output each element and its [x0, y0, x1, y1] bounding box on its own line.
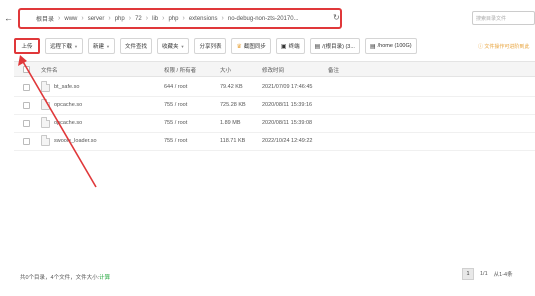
disk-icon: ▤ — [314, 43, 321, 50]
file-permission[interactable]: 755 / root — [164, 138, 187, 144]
file-modified: 2021/07/09 17:46:45 — [262, 84, 313, 90]
summary-text: 共0个目录，4个文件，文件大小: — [20, 275, 100, 281]
file-size: 118.71 KB — [220, 138, 246, 144]
file-permission[interactable]: 755 / root — [164, 102, 187, 108]
breadcrumb-label: 根目录 — [36, 17, 55, 23]
breadcrumb-segment[interactable]: php › — [168, 15, 188, 22]
row-checkbox[interactable] — [23, 120, 30, 127]
disk-home-button[interactable]: ▤/home (100G) — [364, 38, 417, 54]
breadcrumb-label: no-debug-non-zts-20170... — [227, 15, 299, 22]
column-permission[interactable]: 权限 / 所有者 — [164, 66, 196, 74]
new-label: 新建 — [92, 44, 104, 50]
breadcrumb-label: extensions — [188, 15, 218, 22]
file-size: 1.89 MB — [220, 120, 241, 126]
file-modified: 2020/08/11 15:39:16 — [262, 102, 313, 108]
table-row[interactable]: opcache.so 755 / root 1.89 MB 2020/08/11… — [14, 115, 535, 133]
upload-button[interactable]: 上传 — [14, 38, 40, 54]
pagination: 1 1/1 从1-4条 — [462, 268, 519, 280]
table-header: 文件名 权限 / 所有者 大小 修改时间 备注 — [14, 61, 535, 77]
chevron-right-icon: › — [128, 15, 132, 22]
breadcrumb-label: server — [87, 15, 105, 22]
breadcrumb-segment[interactable]: www › — [64, 15, 87, 22]
remote-download-label: 远程下载 — [50, 44, 73, 50]
favorites-label: 收藏夹 — [161, 44, 179, 50]
terminal-icon: ▣ — [280, 43, 287, 50]
file-search-button[interactable]: 文件查找 — [119, 38, 152, 54]
new-button[interactable]: 新建 ▼ — [87, 38, 115, 54]
web-sync-label: 截图同步 — [243, 44, 266, 50]
tip-label: 文件操作可进阶到此 — [484, 44, 530, 50]
file-modified: 2020/08/11 15:39:08 — [262, 120, 313, 126]
column-name[interactable]: 文件名 — [41, 66, 58, 74]
table-row[interactable]: opcache.so 755 / root 725.28 KB 2020/08/… — [14, 97, 535, 115]
web-sync-button[interactable]: ♛ 截图同步 — [231, 38, 271, 54]
chevron-down-icon: ▼ — [74, 43, 78, 49]
file-icon — [41, 135, 50, 146]
chevron-right-icon: › — [108, 15, 111, 22]
chevron-down-icon: ▼ — [106, 43, 110, 49]
refresh-icon[interactable]: ↻ — [333, 13, 340, 22]
breadcrumb-label: php — [168, 15, 179, 22]
table-row[interactable]: bt_safe.so 644 / root 79.42 KB 2021/07/0… — [14, 79, 535, 97]
chevron-right-icon: › — [145, 15, 149, 22]
disk-home-label: /home (100G) — [377, 43, 412, 49]
breadcrumb-segment[interactable]: 根目录 › — [36, 14, 64, 23]
remote-download-button[interactable]: 远程下载 ▼ — [45, 38, 83, 54]
page-total: 1/1 — [480, 271, 488, 277]
tip-text[interactable]: ⓘ 文件操作可进阶到此 — [478, 43, 529, 50]
crown-icon: ♛ — [236, 43, 242, 50]
chevron-right-icon: › — [58, 15, 61, 22]
chevron-right-icon: › — [182, 15, 185, 22]
row-checkbox[interactable] — [23, 84, 30, 91]
disk-root-label: /(根目录) (3... — [322, 44, 355, 50]
file-summary: 共0个目录，4个文件，文件大小:计算 — [20, 273, 110, 281]
column-size[interactable]: 大小 — [220, 66, 231, 74]
disk-icon: ▤ — [369, 43, 376, 50]
breadcrumb-label: 72 — [135, 15, 142, 22]
breadcrumb-label: lib — [152, 15, 159, 22]
select-all-checkbox[interactable] — [23, 66, 30, 73]
disk-root-button[interactable]: ▤/(根目录) (3... — [309, 38, 360, 54]
column-modified[interactable]: 修改时间 — [262, 66, 284, 74]
breadcrumb-segment[interactable]: lib › — [152, 15, 168, 22]
chevron-down-icon: ▼ — [180, 43, 185, 49]
breadcrumb[interactable]: 根目录 › www › server › php › 72 › lib › php › extensions… — [18, 8, 342, 29]
breadcrumb-segment[interactable]: extensions › — [189, 15, 228, 22]
favorites-button[interactable]: 收藏夹 ▼ — [156, 38, 190, 54]
breadcrumb-segment[interactable]: php › — [115, 15, 135, 22]
breadcrumb-label: www — [64, 15, 78, 22]
file-name[interactable]: bt_safe.so — [54, 84, 79, 90]
file-modified: 2022/10/24 12:49:22 — [262, 138, 313, 144]
file-name[interactable]: opcache.so — [54, 102, 82, 108]
back-arrow-icon[interactable]: ← — [4, 13, 13, 23]
page-button[interactable]: 1 — [462, 268, 474, 280]
chevron-right-icon: › — [162, 15, 165, 22]
terminal-label: 终端 — [288, 44, 300, 50]
file-icon — [41, 117, 50, 128]
file-permission[interactable]: 755 / root — [164, 120, 187, 126]
page-range: 从1-4条 — [493, 272, 513, 278]
breadcrumb-label: php — [114, 15, 125, 22]
breadcrumb-segment[interactable]: no-debug-non-zts-20170... — [228, 16, 299, 22]
chevron-right-icon: › — [221, 15, 224, 22]
file-icon — [41, 81, 50, 92]
row-checkbox[interactable] — [23, 138, 30, 145]
file-name[interactable]: opcache.so — [54, 120, 82, 126]
row-checkbox[interactable] — [23, 102, 30, 109]
toolbar: 上传 远程下载 ▼ 新建 ▼ 文件查找 收藏夹 ▼ 分享列表 ♛ 截图同步 ▣ 终端 ▤ /… — [14, 38, 422, 54]
file-size: 79.42 KB — [220, 84, 243, 90]
file-permission[interactable]: 644 / root — [164, 84, 187, 90]
breadcrumb-segment[interactable]: 72 › — [135, 15, 152, 22]
chevron-right-icon: › — [81, 15, 84, 22]
table-row[interactable]: swoole_loader.so 755 / root 118.71 KB 20… — [14, 133, 535, 151]
terminal-button[interactable]: ▣ 终端 — [275, 38, 305, 54]
column-remark: 备注 — [328, 68, 340, 74]
breadcrumb-segment[interactable]: server › — [88, 15, 115, 22]
file-icon — [41, 99, 50, 110]
search-input[interactable]: 搜索目录文件 — [472, 11, 535, 25]
calculate-link[interactable]: 计算 — [99, 275, 110, 281]
file-size: 725.28 KB — [220, 102, 246, 108]
file-name[interactable]: swoole_loader.so — [54, 138, 97, 144]
share-list-button[interactable]: 分享列表 — [194, 38, 227, 54]
